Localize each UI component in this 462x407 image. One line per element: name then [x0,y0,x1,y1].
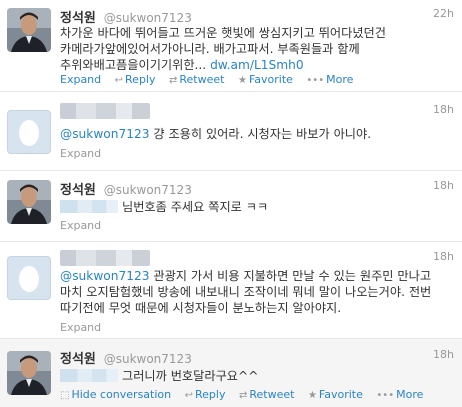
tweet-body: 그러니까 번호달라구요^^ [122,369,259,383]
screenname[interactable]: @sukwon7123 [104,352,192,366]
blurred-username [60,103,150,119]
tweet-item[interactable]: 정석원 @sukwon7123 22h 차가운 바다에 뛰어들고 뜨거운 햇빛에… [0,0,462,92]
retweet-button[interactable]: Retweet [249,388,294,401]
tweet-header: 18h [60,250,454,268]
tweet-item[interactable]: 정석원 @sukwon7123 18h 님번호좀 주세요 쪽지로 ㅋㅋ Expa… [0,171,462,242]
more-icon: ••• [376,390,395,401]
favorite-button[interactable]: Favorite [249,73,293,86]
avatar[interactable] [7,110,51,154]
mention-link[interactable]: @sukwon7123 [60,269,149,283]
tweet-text: 님번호좀 주세요 쪽지로 ㅋㅋ [60,199,456,215]
fullname[interactable]: 정석원 [60,11,96,26]
tweet-item[interactable]: 18h @sukwon7123 관광지 가서 비용 지불하면 만날 수 있는 원… [0,242,462,339]
favorite-icon: ★ [307,390,317,401]
timestamp[interactable]: 18h [433,348,454,361]
screenname[interactable]: @sukwon7123 [104,11,192,25]
avatar[interactable] [7,8,51,52]
tweet-body: 걍 조용히 있어라. 시청자는 바보가 아니야. [153,127,372,141]
profile-photo-icon [7,180,51,224]
tweet-link[interactable]: dw.am/L1Smh0 [210,58,304,72]
tweet-body: 님번호좀 주세요 쪽지로 ㅋㅋ [122,200,269,214]
timestamp[interactable]: 22h [433,7,454,20]
blurred-mention [60,369,118,382]
blurred-username [60,250,150,266]
fullname[interactable]: 정석원 [60,352,96,367]
timestamp[interactable]: 18h [433,103,454,116]
expand-link[interactable]: Expand [60,219,101,232]
tweet-item[interactable]: 정석원 @sukwon7123 18h 그러니까 번호달라구요^^ ⬚ Hide … [0,339,462,407]
reply-icon: ↩ [184,390,194,401]
tweet-text: @sukwon7123 관광지 가서 비용 지불하면 만날 수 있는 원주민 만… [60,268,456,316]
retweet-icon: ⇄ [169,75,178,86]
expand-link[interactable]: Expand [60,147,101,160]
profile-photo-icon [7,8,51,52]
timestamp[interactable]: 18h [433,179,454,192]
more-icon: ••• [306,75,325,86]
tweet-actions: Expand ↩ Reply ⇄ Retweet ★ Favorite ••• More [60,73,454,89]
retweet-icon: ⇄ [238,390,248,401]
tweet-header: 정석원 @sukwon7123 18h [60,179,454,198]
retweet-button[interactable]: Retweet [179,73,224,86]
avatar[interactable] [7,180,51,224]
default-egg-avatar-icon [19,266,39,292]
hide-conversation-link[interactable]: Hide conversation [71,388,171,401]
tweet-actions: ⬚ Hide conversation ↩ Reply ⇄ Retweet ★ Favo… [60,388,454,404]
reply-icon: ↩ [114,75,124,86]
avatar[interactable] [7,351,51,395]
favorite-icon: ★ [237,75,247,86]
conversation-icon: ⬚ [60,390,70,401]
mention-link[interactable]: @sukwon7123 [60,127,149,141]
more-button[interactable]: More [396,388,423,401]
reply-button[interactable]: Reply [125,73,155,86]
fullname[interactable]: 정석원 [60,183,96,198]
tweet-header: 18h [60,103,454,121]
tweet-text: 그러니까 번호달라구요^^ [60,368,456,384]
tweet-text: @sukwon7123 걍 조용히 있어라. 시청자는 바보가 아니야. [60,126,456,142]
timestamp[interactable]: 18h [433,250,454,263]
default-egg-avatar-icon [19,120,39,146]
screenname[interactable]: @sukwon7123 [104,183,192,197]
more-button[interactable]: More [326,73,353,86]
blurred-mention [60,200,118,213]
tweet-text: 차가운 바다에 뛰어들고 뜨거운 햇빛에 쌍심지키고 뛰어다녔던건 카메라가앞에… [60,25,456,73]
favorite-button[interactable]: Favorite [319,388,363,401]
profile-photo-icon [7,351,51,395]
expand-link[interactable]: Expand [60,321,101,334]
tweet-item[interactable]: 18h @sukwon7123 걍 조용히 있어라. 시청자는 바보가 아니야.… [0,92,462,171]
avatar[interactable] [7,256,51,300]
expand-link[interactable]: Expand [60,73,101,86]
tweet-header: 정석원 @sukwon7123 22h [60,7,454,26]
tweet-timeline: 정석원 @sukwon7123 22h 차가운 바다에 뛰어들고 뜨거운 햇빛에… [0,0,462,407]
tweet-header: 정석원 @sukwon7123 18h [60,348,454,367]
reply-button[interactable]: Reply [195,388,225,401]
